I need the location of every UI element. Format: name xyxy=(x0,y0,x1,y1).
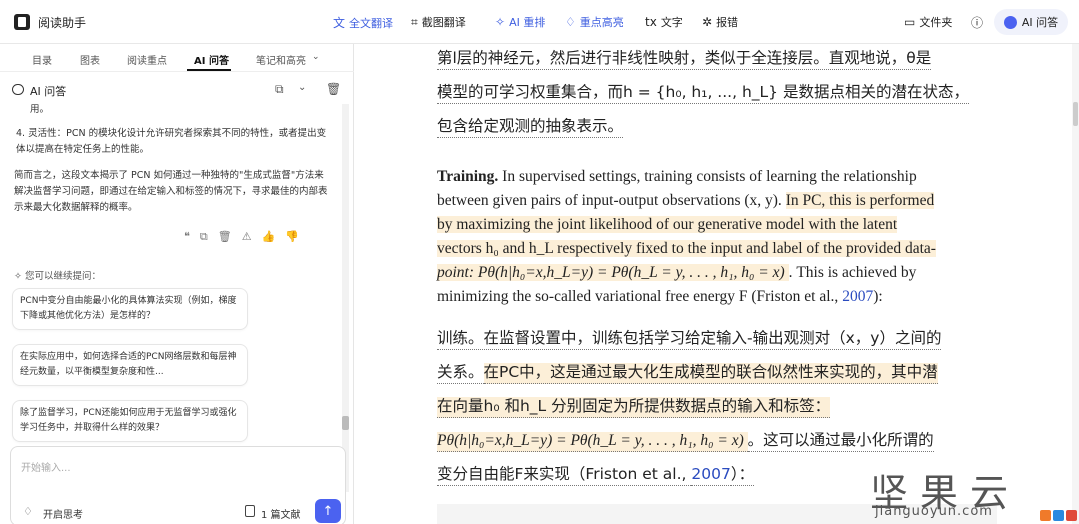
highlight-button[interactable]: ♢ 重点高亮 xyxy=(565,14,624,30)
suggestion-1[interactable]: PCN中变分自由能最小化的具体算法实现（例如，梯度下降或其他优化方法）是怎样的？ xyxy=(12,288,248,330)
truncated-line: 用。 xyxy=(30,104,50,115)
ai-chat-icon xyxy=(1003,15,1017,29)
panel-header: AI 问答 ⧉ ⌄ 🗑 xyxy=(0,76,354,104)
badge-icon xyxy=(1066,510,1077,521)
folder-icon: ▭ xyxy=(904,15,916,29)
bulb-icon: ♢ xyxy=(565,15,576,29)
cn-train-line-1: 训练。在监督设置中，训练包括学习给定输入-输出观测对（x，y）之间的 xyxy=(437,326,942,350)
text-label: 文字 xyxy=(660,16,683,29)
think-toggle[interactable]: 开启思考 xyxy=(43,506,83,521)
en-line-1: Training. In supervised settings, traini… xyxy=(437,168,917,185)
cn-line-1: 第l层的神经元，然后进行非线性映射，类似于全连接层。直观地说，θ是 xyxy=(437,46,932,70)
suggestion-3[interactable]: 除了监督学习，PCN还能如何应用于无监督学习或强化学习任务中，并取得什么样的效果… xyxy=(12,400,248,442)
sidebar-scroll-thumb[interactable] xyxy=(342,416,349,430)
full-translate-button[interactable]: 文 全文翻译 xyxy=(333,14,393,31)
delete-icon[interactable]: 🗑 xyxy=(218,230,232,244)
folder-button[interactable]: ▭ 文件夹 xyxy=(904,14,952,30)
tab-ai-ask[interactable]: AI 问答 xyxy=(194,52,229,67)
report-error-label: 报错 xyxy=(716,16,739,29)
en-line-4: vectors h₀ and h_L respectively fixed to… xyxy=(437,240,936,257)
crop-icon: ⌗ xyxy=(411,14,418,29)
active-tab-indicator xyxy=(187,69,231,71)
docs-count[interactable]: 1 篇文献 xyxy=(261,506,301,521)
chevron-down-icon[interactable]: ⌄ xyxy=(312,52,320,62)
chat-bubble-icon xyxy=(12,84,24,95)
chat-body: 用。 4. 灵活性：PCN 的模块化设计允许研究者探索其不同的特性，或者提出变体… xyxy=(0,104,354,492)
cn-train-line-3: 在向量h₀ 和h_L 分别固定为所提供数据点的输入和标签： xyxy=(437,394,831,418)
app-title: 阅读助手 xyxy=(38,16,87,30)
en-line-2: between given pairs of input-output obse… xyxy=(437,192,935,209)
screenshot-translate-label: 截图翻译 xyxy=(421,16,466,29)
app-logo-icon xyxy=(14,14,30,30)
ai-ask-label: AI 问答 xyxy=(1021,16,1059,29)
document-icon xyxy=(245,505,255,517)
warning-icon[interactable]: ⚠ xyxy=(242,230,252,244)
en-line-5: point: Pθ(h|h₀=x,h_L=y) = Pθ(h_L = y, . … xyxy=(437,264,917,281)
followup-label: ✧ 您可以继续提问： xyxy=(14,268,101,282)
panel-title: AI 问答 xyxy=(30,85,67,98)
tab-toc[interactable]: 目录 xyxy=(32,52,52,67)
answer-item-4: 4. 灵活性：PCN 的模块化设计允许研究者探索其不同的特性，或者提出变体以提高… xyxy=(16,128,327,155)
tab-key-points[interactable]: 阅读重点 xyxy=(127,52,167,67)
text-button[interactable]: tx 文字 xyxy=(645,14,683,30)
arrow-up-icon: ↑ xyxy=(322,503,334,519)
highlight-label: 重点高亮 xyxy=(579,16,624,29)
top-toolbar: 阅读助手 文 全文翻译 ⌗ 截图翻译 ✧ AI 重排 ♢ 重点高亮 tx 文字 … xyxy=(0,0,1079,44)
document-scroll-thumb[interactable] xyxy=(1073,102,1078,126)
cn-line-3: 包含给定观测的抽象表示。 xyxy=(437,114,624,138)
ai-rearrange-label: AI 重排 xyxy=(509,16,546,29)
chat-input-placeholder[interactable]: 开始输入... xyxy=(21,459,71,474)
screenshot-translate-button[interactable]: ⌗ 截图翻译 xyxy=(411,14,466,30)
answer-summary: 简而言之，这段文本揭示了 PCN 如何通过一种独特的"生成式监督"方法来解决监督… xyxy=(14,170,328,213)
chat-input-box[interactable]: 开始输入... ♢ 开启思考 1 篇文献 ↑ xyxy=(10,446,346,524)
ai-ask-button[interactable]: AI 问答 xyxy=(994,9,1068,35)
full-translate-label: 全文翻译 xyxy=(349,16,394,30)
cn-train-line-5: 变分自由能F来实现（Friston et al., 2007）： xyxy=(437,462,755,486)
report-error-button[interactable]: ✲ 报错 xyxy=(702,14,738,30)
info-icon[interactable]: ⓘ xyxy=(971,14,983,31)
quote-icon[interactable]: ❝ xyxy=(184,230,190,244)
chevron-down-icon[interactable]: ⌄ xyxy=(298,82,306,93)
tab-notes[interactable]: 笔记和高亮 xyxy=(256,52,306,67)
sidebar: 目录 图表 阅读重点 AI 问答 笔记和高亮 ⌄ AI 问答 ⧉ ⌄ 🗑 用。 … xyxy=(0,44,354,524)
bulb-icon[interactable]: ♢ xyxy=(23,505,33,518)
cn-train-line-2: 关系。在PC中，这是通过最大化生成模型的联合似然性来实现的，其中潜 xyxy=(437,360,938,384)
sparkle-icon: ✧ xyxy=(14,271,25,282)
watermark-badges xyxy=(1040,510,1077,521)
thumbs-down-icon[interactable]: 👎 xyxy=(285,230,299,244)
sparkle-icon: ✧ xyxy=(495,15,506,29)
text-icon: tx xyxy=(645,15,657,29)
new-chat-icon[interactable]: ⧉ xyxy=(275,82,284,97)
ai-rearrange-button[interactable]: ✧ AI 重排 xyxy=(495,14,545,30)
followup-text: 您可以继续提问： xyxy=(24,271,101,282)
suggestion-2[interactable]: 在实际应用中，如何选择合适的PCN网络层数和每层神经元数量，以平衡模型复杂度和性… xyxy=(12,344,248,386)
cn-line-2: 模型的可学习权重集合，而h = {h₀, h₁, ..., h_L} 是数据点相… xyxy=(437,80,969,104)
document-viewer: 第l层的神经元，然后进行非线性映射，类似于全连接层。直观地说，θ是 模型的可学习… xyxy=(355,44,1079,524)
en-line-6: minimizing the so-called variational fre… xyxy=(437,288,883,305)
sidebar-scrollbar[interactable] xyxy=(342,104,349,492)
tab-figures[interactable]: 图表 xyxy=(80,52,100,67)
copy-icon[interactable]: ⧉ xyxy=(200,230,208,244)
badge-icon xyxy=(1040,510,1051,521)
folder-label: 文件夹 xyxy=(919,16,953,29)
send-button[interactable]: ↑ xyxy=(315,499,341,523)
trash-icon[interactable]: 🗑 xyxy=(326,82,341,96)
sidebar-tabs: 目录 图表 阅读重点 AI 问答 笔记和高亮 ⌄ xyxy=(0,44,354,72)
translate-icon: 文 xyxy=(333,16,346,30)
en-line-3: by maximizing the joint likelihood of ou… xyxy=(437,216,898,233)
answer-actions: ❝ ⧉ 🗑 ⚠ 👍 👎 xyxy=(184,230,299,244)
bug-icon: ✲ xyxy=(702,15,713,29)
thumbs-up-icon[interactable]: 👍 xyxy=(262,230,276,244)
cn-train-line-4: Pθ(h|h₀=x,h_L=y) = Pθ(h_L = y, . . . , h… xyxy=(437,428,934,452)
badge-icon xyxy=(1053,510,1064,521)
watermark-url: jianguoyun.com xyxy=(875,504,993,519)
